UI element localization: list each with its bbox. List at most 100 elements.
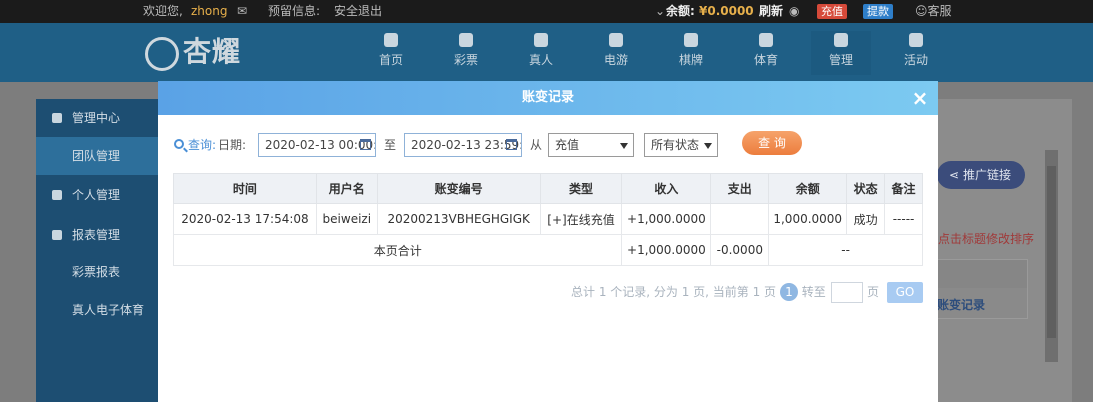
main-nav: 杏耀 首页 彩票 真人 电游 棋牌 体育 管理 活动 (0, 23, 1093, 82)
calendar-icon[interactable] (360, 139, 371, 150)
scrollbar[interactable] (1045, 150, 1058, 362)
summary-balance: -- (768, 234, 923, 266)
sidebar-item-label: 真人电子体育 (72, 303, 145, 317)
summary-expense: -0.0000 (710, 234, 770, 266)
nav-sports[interactable]: 体育 (736, 31, 796, 75)
cards-icon (684, 33, 698, 47)
service-label: 客服 (927, 4, 952, 18)
logo-text: 杏耀 (183, 35, 242, 68)
user-icon (52, 190, 62, 200)
caret-down-icon (620, 143, 628, 149)
background-table: 账变记录 (930, 259, 1028, 319)
nav-cards[interactable]: 棋牌 (661, 31, 721, 75)
nav-live[interactable]: 真人 (511, 31, 571, 75)
summary-row: 本页合计 +1,000.0000 -0.0000 -- (172, 234, 923, 266)
mail-icon[interactable]: ✉ (237, 4, 247, 19)
logout-link[interactable]: 安全退出 (334, 4, 382, 19)
sidebar-item-label: 个人管理 (72, 188, 121, 202)
sidebar-item-reports[interactable]: 报表管理 (36, 216, 161, 254)
filter-bar: 查询: 日期: 2020-02-13 00:00:00 至 2020-02-13… (172, 131, 932, 157)
col-income[interactable]: 收入 (621, 173, 712, 204)
nav-home[interactable]: 首页 (361, 31, 421, 75)
col-status[interactable]: 状态 (846, 173, 886, 204)
summary-label: 本页合计 (172, 234, 623, 266)
sidebar-item-label: 彩票报表 (72, 265, 121, 279)
home-icon (384, 33, 398, 47)
table-header-row: 时间 用户名 账变编号 类型 收入 支出 余额 状态 备注 (173, 173, 923, 204)
search-icon (174, 139, 184, 149)
col-balance[interactable]: 余额 (768, 173, 848, 204)
nav-label: 彩票 (453, 53, 478, 67)
calendar-icon[interactable] (506, 139, 517, 150)
nav-slot[interactable]: 电游 (586, 31, 646, 75)
to-label: 至 (384, 138, 397, 152)
refresh-link[interactable]: 刷新 (759, 4, 783, 19)
balance-label: 余额: (666, 4, 695, 18)
page-jump-input[interactable] (831, 282, 863, 303)
sidebar-item-admin-center[interactable]: 管理中心 (36, 99, 161, 137)
lottery-icon (459, 33, 473, 47)
cell-income: +1,000.0000 (621, 203, 712, 235)
col-remark[interactable]: 备注 (884, 173, 923, 204)
withdraw-button[interactable]: 提款 (863, 4, 893, 19)
pagination-summary: 总计 1 个记录, 分为 1 页, 当前第 1 页 (571, 285, 777, 299)
end-date-input[interactable]: 2020-02-13 23:59:59 (404, 133, 522, 157)
nav-manage[interactable]: 管理 (811, 31, 871, 75)
manage-icon (834, 33, 848, 47)
username-link[interactable]: zhong (191, 4, 227, 19)
cell-remark: ----- (884, 203, 923, 235)
col-transaction-id[interactable]: 账变编号 (376, 173, 541, 204)
query-label: 查询: (188, 138, 217, 152)
col-username[interactable]: 用户名 (315, 173, 378, 204)
query-button[interactable]: 查 询 (742, 131, 802, 155)
pagination: 总计 1 个记录, 分为 1 页, 当前第 1 页 1 转至 (571, 281, 826, 303)
sidebar-item-label: 报表管理 (72, 228, 121, 242)
nav-label: 管理 (828, 53, 853, 67)
scrollbar-thumb[interactable] (1047, 166, 1056, 338)
type-select[interactable]: 充值 (548, 133, 634, 157)
top-bar: 欢迎您, zhong ✉ 预留信息: 安全退出 ⌄ 余额: ¥0.0000 刷新… (0, 0, 1093, 23)
nav-events[interactable]: 活动 (886, 31, 946, 75)
go-button[interactable]: GO (887, 282, 923, 303)
start-date-input[interactable]: 2020-02-13 00:00:00 (258, 133, 376, 157)
cell-expense (710, 203, 770, 235)
background-link[interactable]: 账变记录 (937, 296, 985, 313)
page-number-button[interactable]: 1 (779, 283, 798, 301)
background-table-header (931, 260, 1027, 288)
site-logo[interactable]: 杏耀 (145, 29, 255, 75)
col-type[interactable]: 类型 (539, 173, 623, 204)
chevron-down-icon[interactable]: ⌄ (655, 4, 665, 19)
sidebar-item-live-sports[interactable]: 真人电子体育 (36, 291, 161, 329)
user-group-icon (52, 113, 62, 123)
sidebar-item-label: 团队管理 (72, 149, 121, 163)
sidebar-item-lottery-report[interactable]: 彩票报表 (36, 253, 161, 291)
goto-label: 转至 (801, 285, 826, 299)
col-expense[interactable]: 支出 (710, 173, 770, 204)
slot-icon (609, 33, 623, 47)
hide-eye-icon[interactable]: ◉ (789, 4, 799, 19)
service-link[interactable]: ☺客服 (915, 4, 952, 19)
nav-label: 真人 (528, 53, 553, 67)
date-label: 日期: (218, 138, 247, 152)
headset-icon: ☺ (915, 4, 928, 18)
nav-label: 首页 (378, 53, 403, 67)
cell-transaction-id: 20200213VBHEGHGIGK (376, 203, 541, 235)
sidebar-item-team[interactable]: 团队管理 (36, 137, 161, 175)
sports-icon (759, 33, 773, 47)
close-icon[interactable]: × (910, 88, 930, 108)
welcome-text: 欢迎您, (143, 4, 183, 18)
deposit-button[interactable]: 充值 (817, 4, 847, 19)
sidebar-item-personal[interactable]: 个人管理 (36, 176, 161, 214)
page-unit-label: 页 (867, 285, 880, 299)
live-icon (534, 33, 548, 47)
status-select[interactable]: 所有状态 (644, 133, 718, 157)
cell-type: [+]在线充值 (539, 203, 623, 235)
promo-link-button[interactable]: ⋖ 推广链接 (937, 161, 1025, 189)
col-time[interactable]: 时间 (173, 173, 317, 204)
reserved-info-label: 预留信息: (268, 4, 321, 18)
balance-value: ¥0.0000 (699, 4, 754, 18)
nav-lottery[interactable]: 彩票 (436, 31, 496, 75)
nav-label: 活动 (903, 53, 928, 67)
records-table: 时间 用户名 账变编号 类型 收入 支出 余额 状态 备注 2020-02-13… (172, 173, 923, 266)
sort-hint: 点击标题修改排序 (938, 232, 1035, 246)
